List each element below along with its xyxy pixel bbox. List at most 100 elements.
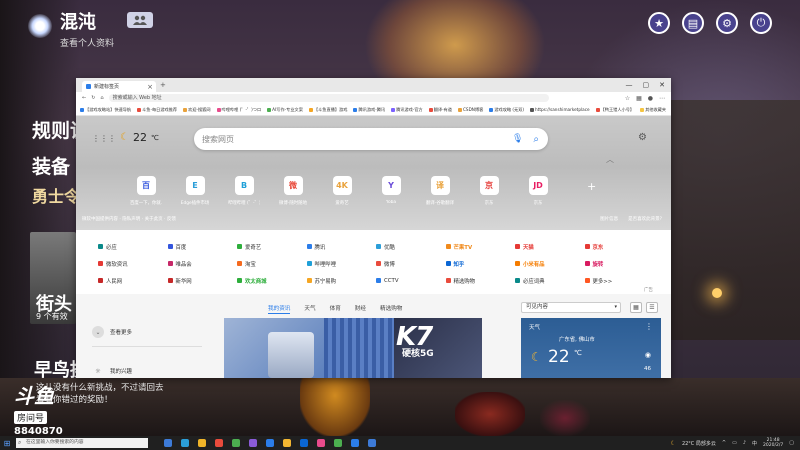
taskbar-app-icon[interactable]	[232, 439, 240, 447]
site-link[interactable]: 优酷	[376, 243, 446, 251]
warrior-pass-menu-item[interactable]: 勇士令	[32, 183, 80, 207]
taskbar-search[interactable]: 在这里输入你要搜索的内容	[16, 438, 148, 448]
volume-icon[interactable]: ♪	[743, 440, 746, 446]
favorite-item[interactable]: 翻译-有道	[428, 107, 452, 113]
site-link[interactable]: 精选购物	[445, 277, 516, 285]
microphone-icon[interactable]: 🎙	[512, 134, 523, 145]
chevron-up-icon[interactable]: ^	[722, 440, 726, 446]
taskbar-app-icon[interactable]	[300, 439, 308, 447]
taskbar-app-icon[interactable]	[249, 439, 257, 447]
taskbar-app-icon[interactable]	[351, 439, 359, 447]
site-link[interactable]: 哔哩哔哩	[306, 260, 377, 268]
image-info-link[interactable]: 图片信息	[600, 216, 618, 222]
collections-icon[interactable]: ▦	[636, 95, 642, 102]
feed-tab[interactable]: 精选购物	[380, 304, 402, 314]
site-link[interactable]: 新华网	[167, 277, 238, 285]
site-link[interactable]: 微软资讯	[98, 260, 168, 268]
view-profile-link[interactable]: 查看个人资料	[60, 36, 114, 49]
grid-view-icon[interactable]: ▦	[630, 302, 642, 313]
minimize-icon[interactable]: —	[626, 81, 633, 89]
taskbar-app-icon[interactable]	[283, 439, 291, 447]
taskbar-app-icon[interactable]	[266, 439, 274, 447]
taskbar-app-icon[interactable]	[215, 439, 223, 447]
site-link[interactable]: 芒果TV	[445, 243, 516, 251]
weather-widget[interactable]: ☾ 22 ℃	[120, 131, 159, 144]
taskbar-app-icon[interactable]	[334, 439, 342, 447]
quick-link[interactable]: 京京东	[473, 176, 505, 206]
taskbar-app-icon[interactable]	[317, 439, 325, 447]
maximize-icon[interactable]: ▢	[643, 81, 650, 89]
feed-tab[interactable]: 财经	[355, 304, 366, 314]
feed-ad-card[interactable]: K7 硬核5G	[224, 318, 482, 378]
page-settings-icon[interactable]: ⚙	[638, 132, 647, 143]
more-icon[interactable]: ⋯	[659, 95, 665, 102]
like-background-link[interactable]: 是否喜欢此背景?	[628, 216, 662, 222]
weather-card[interactable]: 天气 ⋮ 广东省, 佛山市 ☾ 22 ℃ ◉ 46	[521, 318, 661, 378]
quick-link[interactable]: 译翻译-谷歌翻译	[424, 176, 456, 206]
favorite-item[interactable]: 【游戏攻略站】快速导航	[80, 107, 131, 113]
site-link[interactable]: 旋转	[584, 260, 655, 268]
quick-link[interactable]: 百百度一下，你就...	[130, 176, 162, 206]
tray-weather[interactable]: 22°C 局部多云	[682, 440, 716, 447]
site-link[interactable]: 知乎	[445, 260, 516, 268]
favorite-item[interactable]: 【斗鱼直播】游戏	[308, 107, 347, 113]
favorite-item[interactable]: AI写作-专业文案	[267, 107, 303, 113]
equipment-menu-item[interactable]: 装备	[32, 152, 70, 179]
home-icon[interactable]: ⌂	[100, 95, 103, 101]
search-icon[interactable]: ⌕	[533, 134, 539, 145]
profile-header[interactable]: 混沌 查看个人资料	[28, 12, 114, 49]
notifications-icon[interactable]: ▢	[789, 440, 794, 446]
gear-icon[interactable]: ⚙	[716, 12, 738, 34]
taskbar-app-icon[interactable]	[198, 439, 206, 447]
quick-link[interactable]: 4K 爱奇艺	[326, 176, 358, 206]
refresh-icon[interactable]: ↻	[91, 95, 95, 101]
taskbar-app-icon[interactable]	[164, 439, 172, 447]
site-link[interactable]: 唯品会	[167, 260, 238, 268]
site-link[interactable]: 人民网	[98, 277, 168, 285]
site-link[interactable]: 京东	[584, 243, 655, 251]
favorite-item[interactable]: 腾讯游戏-官方	[391, 107, 423, 113]
site-link[interactable]: 微博	[376, 260, 446, 268]
favorite-item[interactable]: 其他收藏夹	[640, 107, 666, 113]
favorite-item[interactable]: 哔哩哔哩 (゜-゜)つロ	[216, 107, 261, 113]
site-link[interactable]: 欢太商城	[237, 277, 307, 285]
feed-tab[interactable]: 体育	[330, 304, 341, 314]
document-icon[interactable]: ▤	[682, 12, 704, 34]
taskbar-app-icon[interactable]	[368, 439, 376, 447]
favorite-item[interactable]: https://sanshimarketplace	[530, 107, 590, 112]
group-icon[interactable]	[127, 12, 153, 28]
back-icon[interactable]: ←	[82, 95, 86, 101]
favorite-star-icon[interactable]: ☆	[625, 95, 630, 102]
site-link[interactable]: 腾讯	[306, 243, 377, 251]
favorite-item[interactable]: 斗鱼-每日游戏推荐	[137, 107, 177, 113]
star-icon[interactable]: ★	[648, 12, 670, 34]
site-link[interactable]: 小米有品	[515, 260, 585, 268]
feed-tab[interactable]: 天气	[304, 304, 315, 314]
more-options-icon[interactable]: ⋮	[645, 322, 653, 331]
browser-tab[interactable]: 新建标签页 ×	[82, 81, 156, 92]
favorite-item[interactable]: 【鸭王猎人小号】	[595, 107, 634, 113]
quick-link[interactable]: JD 京东	[522, 176, 554, 206]
windows-start-icon[interactable]: ⊞	[0, 436, 14, 450]
taskbar-app-icon[interactable]	[181, 439, 189, 447]
close-tab-icon[interactable]: ×	[147, 83, 153, 91]
list-view-icon[interactable]: ☰	[646, 302, 658, 313]
site-link[interactable]: 更多>>	[584, 277, 655, 285]
power-icon[interactable]: ⏻	[750, 12, 772, 34]
apps-grid-icon[interactable]: ⋮⋮⋮	[92, 134, 116, 143]
ime-icon[interactable]: 中	[752, 440, 757, 447]
new-tab-icon[interactable]: +	[160, 81, 166, 89]
close-window-icon[interactable]: ✕	[659, 81, 665, 89]
profile-icon[interactable]: ●	[648, 95, 653, 102]
see-more-item[interactable]: ⌄ 查看更多	[92, 326, 216, 338]
favorite-item[interactable]: CSDN博客	[457, 107, 483, 113]
favorite-item[interactable]: 欢迎-搜狐网	[183, 107, 211, 113]
site-link[interactable]: 百度	[167, 243, 238, 251]
network-icon[interactable]: ▭	[732, 440, 737, 446]
site-link[interactable]: CCTV	[376, 278, 446, 284]
site-link[interactable]: 苏宁易购	[306, 277, 377, 285]
web-search-box[interactable]: 搜索网页 🎙 ⌕	[194, 128, 548, 150]
my-interests-item[interactable]: ☼ 我的兴趣	[92, 365, 216, 377]
add-shortcut-icon[interactable]: +	[587, 180, 596, 193]
quick-link[interactable]: E Edge插件市场	[179, 176, 211, 206]
